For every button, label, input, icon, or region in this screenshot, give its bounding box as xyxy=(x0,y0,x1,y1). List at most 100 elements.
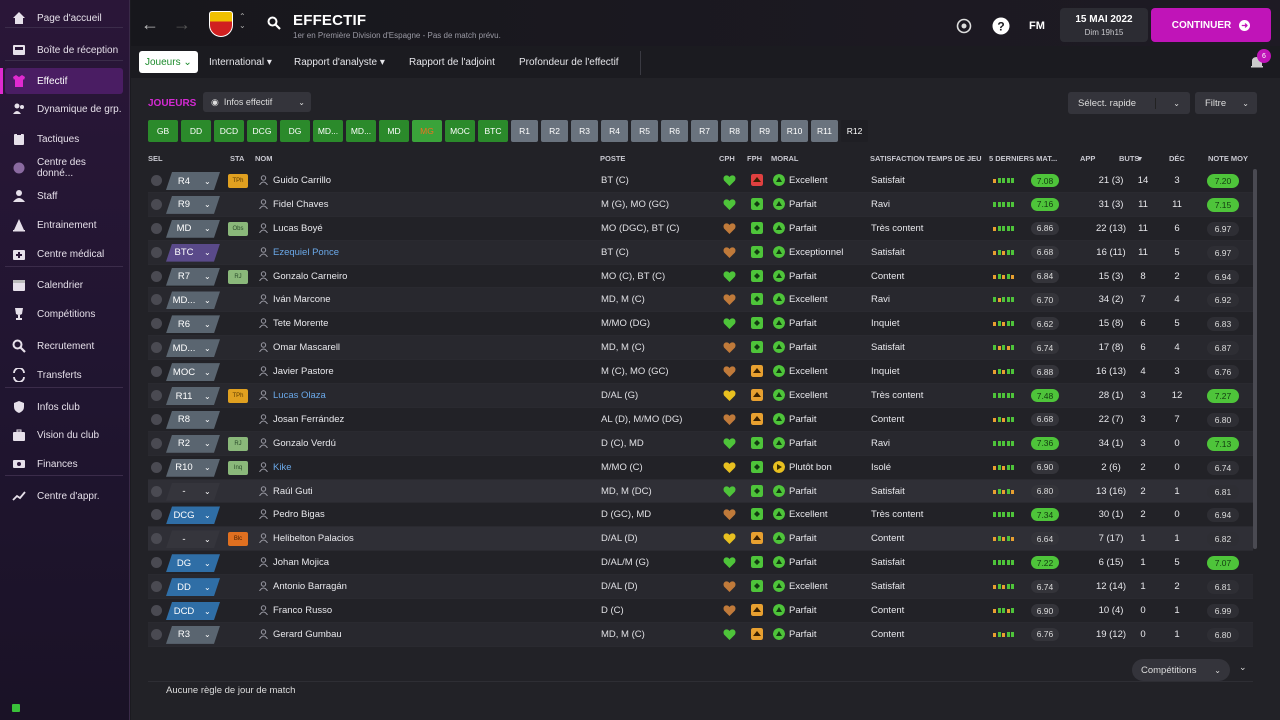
tab-rapport-adjoint[interactable]: Rapport de l'adjoint xyxy=(403,51,501,73)
select-checkbox[interactable] xyxy=(151,270,162,282)
back-arrow-icon[interactable]: ← xyxy=(141,14,159,35)
select-checkbox[interactable] xyxy=(151,557,162,569)
position-filter-r5[interactable]: R5 xyxy=(631,120,658,142)
sidebar-item-13[interactable]: Transferts xyxy=(5,362,123,388)
position-select[interactable]: R2 ⌄ xyxy=(166,435,220,453)
position-filter-md[interactable]: MD... xyxy=(313,120,343,142)
position-select[interactable]: MOC ⌄ xyxy=(166,363,220,381)
table-row[interactable]: MD... ⌄ Iván Marcone MD, M (C) Excellent Ravi… xyxy=(148,288,1253,313)
sidebar-item-10[interactable]: Calendrier xyxy=(5,272,123,298)
select-checkbox[interactable] xyxy=(151,533,162,545)
sidebar-item-16[interactable]: Finances xyxy=(5,451,123,477)
select-checkbox[interactable] xyxy=(151,246,162,258)
position-select[interactable]: R3 ⌄ xyxy=(166,626,220,644)
sidebar-item-15[interactable]: Vision du club xyxy=(5,422,123,448)
player-name[interactable]: Guido Carrillo xyxy=(273,175,331,186)
view-selector[interactable]: ◉ Infos effectif ⌄ xyxy=(203,92,311,112)
tab-rapport-analyste[interactable]: Rapport d'analyste ▾ xyxy=(288,51,391,73)
position-select[interactable]: R10 ⌄ xyxy=(166,459,220,477)
table-row[interactable]: R9 ⌄ Fidel Chaves M (G), MO (GC) Parfait Ravi… xyxy=(148,192,1253,217)
position-filter-dg[interactable]: DG xyxy=(280,120,310,142)
player-name[interactable]: Pedro Bigas xyxy=(273,509,325,520)
position-filter-r8[interactable]: R8 xyxy=(721,120,748,142)
player-name[interactable]: Franco Russo xyxy=(273,605,332,616)
col-app[interactable]: APP xyxy=(1080,154,1095,163)
select-checkbox[interactable] xyxy=(151,509,162,521)
select-checkbox[interactable] xyxy=(151,437,162,449)
table-row[interactable]: DD ⌄ Antonio Barragán D/AL (D) Excellent Sati… xyxy=(148,575,1253,600)
position-select[interactable]: DCD ⌄ xyxy=(166,602,220,620)
select-checkbox[interactable] xyxy=(151,366,162,378)
tab-international[interactable]: International ▾ xyxy=(203,51,278,73)
position-filter-md[interactable]: MD... xyxy=(346,120,376,142)
position-filter-md[interactable]: MD xyxy=(379,120,409,142)
status-badge[interactable]: RJ xyxy=(228,436,248,451)
position-filter-r9[interactable]: R9 xyxy=(751,120,778,142)
player-name[interactable]: Ezequiel Ponce xyxy=(273,247,339,258)
position-select[interactable]: DCG ⌄ xyxy=(166,506,220,524)
status-badge[interactable]: Inq xyxy=(228,460,248,475)
col-satisfaction[interactable]: SATISFACTION TEMPS DE JEU xyxy=(870,154,982,163)
table-row[interactable]: R3 ⌄ Gerard Gumbau MD, M (C) Parfait Content 6… xyxy=(148,622,1253,647)
sidebar-item-6[interactable]: Centre des donné... xyxy=(5,155,123,181)
player-name[interactable]: Gerard Gumbau xyxy=(273,629,342,640)
sidebar-item-12[interactable]: Recrutement xyxy=(5,333,123,359)
status-badge[interactable]: RJ xyxy=(228,269,248,284)
select-checkbox[interactable] xyxy=(151,628,162,640)
player-name[interactable]: Gonzalo Carneiro xyxy=(273,271,347,282)
position-filter-r2[interactable]: R2 xyxy=(541,120,568,142)
position-filter-r7[interactable]: R7 xyxy=(691,120,718,142)
col-last5[interactable]: 5 DERNIERS MAT... xyxy=(989,154,1057,163)
table-row[interactable]: MOC ⌄ Javier Pastore M (C), MO (GC) Excellen… xyxy=(148,360,1253,385)
player-name[interactable]: Javier Pastore xyxy=(273,366,334,377)
position-filter-dcd[interactable]: DCD xyxy=(214,120,244,142)
sidebar-item-3[interactable]: Effectif xyxy=(0,68,123,94)
search-icon[interactable] xyxy=(267,16,281,30)
position-filter-moc[interactable]: MOC xyxy=(445,120,475,142)
table-row[interactable]: R4 ⌄ TPh Guido Carrillo BT (C) Excellent Satis… xyxy=(148,169,1253,193)
table-row[interactable]: MD ⌄ Obs Lucas Boyé MO (DGC), BT (C) Parfait T… xyxy=(148,217,1253,241)
select-checkbox[interactable] xyxy=(151,485,162,497)
position-filter-r12[interactable]: R12 xyxy=(841,120,868,142)
quick-select-dropdown[interactable]: Sélect. rapide ⌄ xyxy=(1068,92,1190,114)
position-select[interactable]: R8 ⌄ xyxy=(166,411,220,429)
select-checkbox[interactable] xyxy=(151,342,162,354)
position-select[interactable]: R11 ⌄ xyxy=(166,387,220,405)
club-badge-icon[interactable] xyxy=(209,11,233,37)
help-icon[interactable]: ? xyxy=(992,17,1010,35)
table-row[interactable]: R2 ⌄ RJ Gonzalo Verdú D (C), MD Parfait Ravi 7.… xyxy=(148,431,1253,456)
filter-button[interactable]: Filtre ⌄ xyxy=(1195,92,1257,114)
position-filter-mg[interactable]: MG xyxy=(412,120,442,142)
collapse-chevron-icon[interactable]: ⌄ xyxy=(1239,662,1247,673)
position-select[interactable]: MD... ⌄ xyxy=(166,339,220,357)
status-badge[interactable]: Obs xyxy=(228,221,248,236)
col-poste[interactable]: POSTE xyxy=(600,154,625,163)
col-sel[interactable]: SEL xyxy=(148,154,163,163)
ball-icon[interactable] xyxy=(955,17,973,35)
tab-profondeur-effectif[interactable]: Profondeur de l'effectif xyxy=(513,51,625,73)
select-checkbox[interactable] xyxy=(151,222,162,234)
sidebar-item-8[interactable]: Entrainement xyxy=(5,212,123,238)
col-fph[interactable]: FPH xyxy=(747,154,762,163)
position-filter-r10[interactable]: R10 xyxy=(781,120,808,142)
player-name[interactable]: Raúl Guti xyxy=(273,486,313,497)
player-name[interactable]: Lucas Boyé xyxy=(273,223,323,234)
select-checkbox[interactable] xyxy=(151,605,162,617)
player-name[interactable]: Johan Mojica xyxy=(273,557,329,568)
col-moral[interactable]: MORAL xyxy=(771,154,799,163)
date-display[interactable]: 15 MAI 2022 Dim 19h15 xyxy=(1060,8,1148,42)
player-name[interactable]: Tete Morente xyxy=(273,318,328,329)
forward-arrow-icon[interactable]: → xyxy=(173,14,191,35)
select-checkbox[interactable] xyxy=(151,461,162,473)
sidebar-item-5[interactable]: Tactiques xyxy=(5,126,123,152)
sidebar-item-11[interactable]: Compétitions xyxy=(5,301,123,327)
select-checkbox[interactable] xyxy=(151,318,162,330)
sidebar-item-9[interactable]: Centre médical xyxy=(5,241,123,267)
select-checkbox[interactable] xyxy=(151,390,162,402)
position-select[interactable]: R6 ⌄ xyxy=(166,315,220,333)
table-row[interactable]: MD... ⌄ Omar Mascarell MD, M (C) Parfait Sati… xyxy=(148,336,1253,361)
select-checkbox[interactable] xyxy=(151,413,162,425)
sidebar-item-4[interactable]: Dynamique de grp. xyxy=(5,96,123,122)
player-name[interactable]: Antonio Barragán xyxy=(273,581,347,592)
player-name[interactable]: Omar Mascarell xyxy=(273,342,340,353)
